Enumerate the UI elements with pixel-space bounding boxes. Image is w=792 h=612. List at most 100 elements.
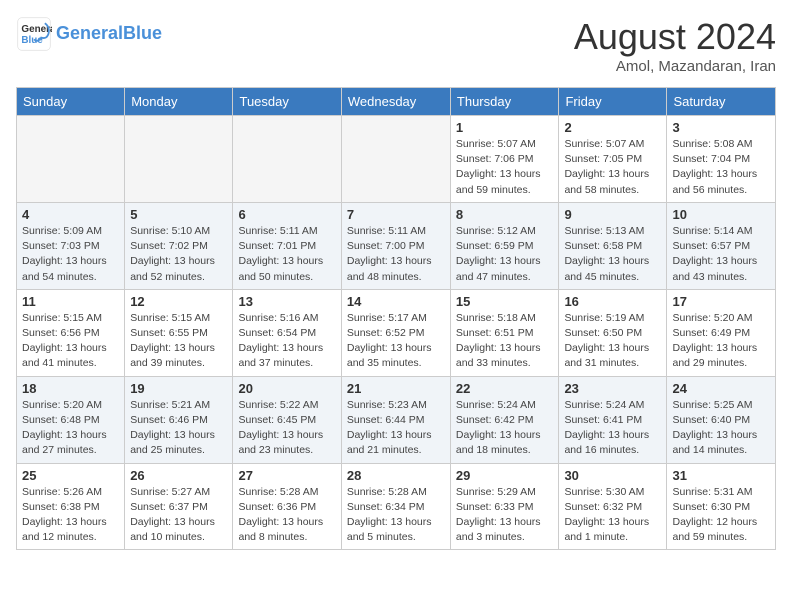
day-number: 13 (238, 294, 335, 309)
calendar-cell: 21 Sunrise: 5:23 AM Sunset: 6:44 PM Dayli… (341, 376, 450, 463)
day-number: 31 (672, 468, 770, 483)
calendar-cell: 8Sunrise: 5:12 AM Sunset: 6:59 PM Daylig… (450, 202, 559, 289)
day-number: 25 (22, 468, 119, 483)
calendar-cell: 6 Sunrise: 5:11 AM Sunset: 7:01 PM Daylig… (233, 202, 341, 289)
day-number: 5 (130, 207, 227, 222)
calendar-cell: 4 Sunrise: 5:09 AM Sunset: 7:03 PM Daylig… (17, 202, 125, 289)
calendar-cell: 11Sunrise: 5:15 AM Sunset: 6:56 PM Dayli… (17, 289, 125, 376)
day-info: Sunrise: 5:29 AM Sunset: 6:33 PM Dayligh… (456, 485, 554, 546)
logo: General Blue GeneralBlue (16, 16, 162, 52)
calendar-cell: 31 Sunrise: 5:31 AM Sunset: 6:30 PM Dayli… (667, 463, 776, 550)
calendar-cell: 25 Sunrise: 5:26 AM Sunset: 6:38 PM Dayli… (17, 463, 125, 550)
day-info: Sunrise: 5:23 AM Sunset: 6:44 PM Dayligh… (347, 398, 445, 459)
calendar-cell (125, 116, 233, 203)
logo-icon: General Blue (16, 16, 52, 52)
calendar-cell: 2Sunrise: 5:07 AM Sunset: 7:05 PM Daylig… (559, 116, 667, 203)
calendar-cell: 13 Sunrise: 5:16 AM Sunset: 6:54 PM Dayli… (233, 289, 341, 376)
calendar-week-3: 11Sunrise: 5:15 AM Sunset: 6:56 PM Dayli… (17, 289, 776, 376)
day-number: 6 (238, 207, 335, 222)
col-header-monday: Monday (125, 88, 233, 116)
day-number: 16 (564, 294, 661, 309)
day-info: Sunrise: 5:27 AM Sunset: 6:37 PM Dayligh… (130, 485, 227, 546)
calendar-cell: 15 Sunrise: 5:18 AM Sunset: 6:51 PM Dayli… (450, 289, 559, 376)
day-number: 8 (456, 207, 554, 222)
day-info: Sunrise: 5:08 AM Sunset: 7:04 PM Dayligh… (672, 137, 770, 198)
calendar-table: SundayMondayTuesdayWednesdayThursdayFrid… (16, 87, 776, 550)
calendar-week-5: 25 Sunrise: 5:26 AM Sunset: 6:38 PM Dayli… (17, 463, 776, 550)
day-number: 30 (564, 468, 661, 483)
calendar-cell: 16 Sunrise: 5:19 AM Sunset: 6:50 PM Dayli… (559, 289, 667, 376)
day-info: Sunrise: 5:25 AM Sunset: 6:40 PM Dayligh… (672, 398, 770, 459)
day-info: Sunrise: 5:28 AM Sunset: 6:34 PM Dayligh… (347, 485, 445, 546)
calendar-cell: 30 Sunrise: 5:30 AM Sunset: 6:32 PM Dayli… (559, 463, 667, 550)
day-number: 1 (456, 120, 554, 135)
calendar-cell: 17Sunrise: 5:20 AM Sunset: 6:49 PM Dayli… (667, 289, 776, 376)
day-number: 20 (238, 381, 335, 396)
day-info: Sunrise: 5:28 AM Sunset: 6:36 PM Dayligh… (238, 485, 335, 546)
day-info: Sunrise: 5:14 AM Sunset: 6:57 PM Dayligh… (672, 224, 770, 285)
calendar-week-2: 4 Sunrise: 5:09 AM Sunset: 7:03 PM Daylig… (17, 202, 776, 289)
day-number: 7 (347, 207, 445, 222)
day-info: Sunrise: 5:22 AM Sunset: 6:45 PM Dayligh… (238, 398, 335, 459)
col-header-tuesday: Tuesday (233, 88, 341, 116)
calendar-cell: 20 Sunrise: 5:22 AM Sunset: 6:45 PM Dayli… (233, 376, 341, 463)
month-title: August 2024 (574, 16, 776, 58)
calendar-cell: 24Sunrise: 5:25 AM Sunset: 6:40 PM Dayli… (667, 376, 776, 463)
day-info: Sunrise: 5:17 AM Sunset: 6:52 PM Dayligh… (347, 311, 445, 372)
day-number: 3 (672, 120, 770, 135)
day-number: 15 (456, 294, 554, 309)
day-number: 14 (347, 294, 445, 309)
day-info: Sunrise: 5:31 AM Sunset: 6:30 PM Dayligh… (672, 485, 770, 546)
page-header: General Blue GeneralBlue August 2024 Amo… (16, 16, 776, 75)
day-number: 4 (22, 207, 119, 222)
calendar-cell: 5Sunrise: 5:10 AM Sunset: 7:02 PM Daylig… (125, 202, 233, 289)
col-header-friday: Friday (559, 88, 667, 116)
calendar-cell: 1 Sunrise: 5:07 AM Sunset: 7:06 PM Daylig… (450, 116, 559, 203)
day-info: Sunrise: 5:19 AM Sunset: 6:50 PM Dayligh… (564, 311, 661, 372)
day-info: Sunrise: 5:21 AM Sunset: 6:46 PM Dayligh… (130, 398, 227, 459)
day-number: 9 (564, 207, 661, 222)
day-info: Sunrise: 5:26 AM Sunset: 6:38 PM Dayligh… (22, 485, 119, 546)
day-info: Sunrise: 5:16 AM Sunset: 6:54 PM Dayligh… (238, 311, 335, 372)
subtitle: Amol, Mazandaran, Iran (574, 58, 776, 75)
day-info: Sunrise: 5:09 AM Sunset: 7:03 PM Dayligh… (22, 224, 119, 285)
calendar-week-1: 1 Sunrise: 5:07 AM Sunset: 7:06 PM Daylig… (17, 116, 776, 203)
day-info: Sunrise: 5:07 AM Sunset: 7:05 PM Dayligh… (564, 137, 661, 198)
calendar-cell: 29 Sunrise: 5:29 AM Sunset: 6:33 PM Dayli… (450, 463, 559, 550)
calendar-cell: 7 Sunrise: 5:11 AM Sunset: 7:00 PM Daylig… (341, 202, 450, 289)
day-number: 12 (130, 294, 227, 309)
svg-text:Blue: Blue (21, 35, 43, 46)
day-info: Sunrise: 5:18 AM Sunset: 6:51 PM Dayligh… (456, 311, 554, 372)
day-number: 11 (22, 294, 119, 309)
day-info: Sunrise: 5:15 AM Sunset: 6:55 PM Dayligh… (130, 311, 227, 372)
day-number: 26 (130, 468, 227, 483)
calendar-cell: 3 Sunrise: 5:08 AM Sunset: 7:04 PM Daylig… (667, 116, 776, 203)
day-number: 29 (456, 468, 554, 483)
day-number: 19 (130, 381, 227, 396)
day-number: 10 (672, 207, 770, 222)
title-block: August 2024 Amol, Mazandaran, Iran (574, 16, 776, 75)
day-info: Sunrise: 5:30 AM Sunset: 6:32 PM Dayligh… (564, 485, 661, 546)
calendar-cell: 23 Sunrise: 5:24 AM Sunset: 6:41 PM Dayli… (559, 376, 667, 463)
day-info: Sunrise: 5:11 AM Sunset: 7:00 PM Dayligh… (347, 224, 445, 285)
col-header-wednesday: Wednesday (341, 88, 450, 116)
calendar-cell: 26 Sunrise: 5:27 AM Sunset: 6:37 PM Dayli… (125, 463, 233, 550)
day-info: Sunrise: 5:07 AM Sunset: 7:06 PM Dayligh… (456, 137, 554, 198)
day-number: 18 (22, 381, 119, 396)
calendar-cell (233, 116, 341, 203)
calendar-week-4: 18 Sunrise: 5:20 AM Sunset: 6:48 PM Dayli… (17, 376, 776, 463)
calendar-cell: 12 Sunrise: 5:15 AM Sunset: 6:55 PM Dayli… (125, 289, 233, 376)
col-header-thursday: Thursday (450, 88, 559, 116)
calendar-cell (17, 116, 125, 203)
day-number: 22 (456, 381, 554, 396)
day-info: Sunrise: 5:24 AM Sunset: 6:41 PM Dayligh… (564, 398, 661, 459)
calendar-cell: 27 Sunrise: 5:28 AM Sunset: 6:36 PM Dayli… (233, 463, 341, 550)
day-number: 21 (347, 381, 445, 396)
day-info: Sunrise: 5:24 AM Sunset: 6:42 PM Dayligh… (456, 398, 554, 459)
day-info: Sunrise: 5:11 AM Sunset: 7:01 PM Dayligh… (238, 224, 335, 285)
day-number: 23 (564, 381, 661, 396)
day-info: Sunrise: 5:20 AM Sunset: 6:48 PM Dayligh… (22, 398, 119, 459)
day-info: Sunrise: 5:20 AM Sunset: 6:49 PM Dayligh… (672, 311, 770, 372)
calendar-header-row: SundayMondayTuesdayWednesdayThursdayFrid… (17, 88, 776, 116)
day-number: 27 (238, 468, 335, 483)
